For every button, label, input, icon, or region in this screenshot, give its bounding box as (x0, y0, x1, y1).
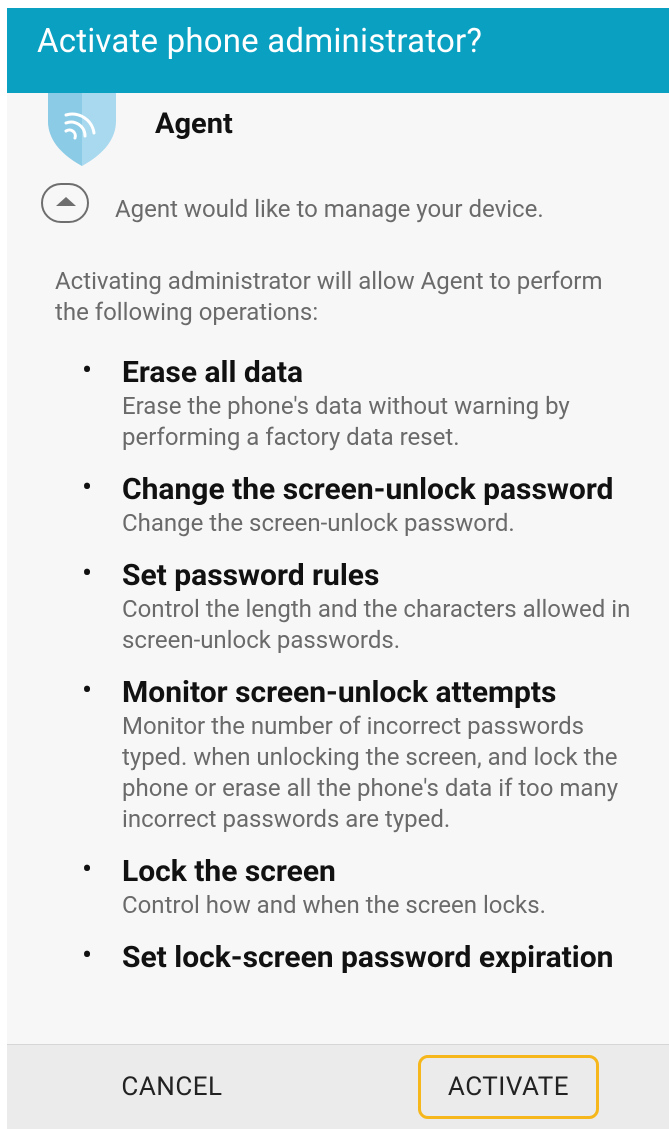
app-header: Agent (7, 93, 669, 168)
bullet-icon: • (82, 556, 93, 591)
dialog-title: Activate phone administrator? (7, 8, 669, 93)
bullet-icon: • (82, 470, 93, 505)
operation-description: Control how and when the screen locks. (122, 891, 546, 919)
list-item: • Set password rules Control the length … (7, 558, 669, 656)
operation-description: Erase the phone's data without warning b… (122, 392, 570, 451)
cancel-button[interactable]: CANCEL (97, 1061, 247, 1113)
operation-title: Set lock-screen password expiration (122, 940, 614, 975)
bullet-icon: • (82, 852, 93, 887)
dialog-button-bar: CANCEL ACTIVATE (7, 1044, 669, 1129)
list-item: • Set lock-screen password expiration (7, 940, 669, 976)
operation-description: Control the length and the characters al… (122, 595, 631, 654)
bullet-icon: • (82, 673, 93, 708)
operation-title: Change the screen-unlock password (122, 472, 614, 507)
collapse-toggle-button[interactable] (41, 183, 89, 223)
operation-title: Monitor screen-unlock attempts (122, 675, 557, 710)
operation-title: Erase all data (122, 355, 304, 390)
operations-list: • Erase all data Erase the phone's data … (7, 355, 669, 995)
operation-title: Set password rules (122, 558, 380, 593)
list-item: • Erase all data Erase the phone's data … (7, 355, 669, 453)
app-name: Agent (155, 107, 233, 141)
operation-title: Lock the screen (122, 854, 336, 889)
operation-description: Monitor the number of incorrect password… (122, 712, 619, 833)
screen: Activate phone administrator? Agent Agen… (0, 0, 669, 1129)
bullet-icon: • (82, 353, 93, 388)
chevron-up-icon (56, 197, 76, 206)
intro-text: Activating administrator will allow Agen… (55, 267, 603, 326)
dialog-content[interactable]: Agent Agent would like to manage your de… (7, 93, 669, 1044)
operation-description: Change the screen-unlock password. (122, 509, 515, 537)
manage-device-text: Agent would like to manage your device. (115, 195, 544, 223)
shield-wifi-icon (46, 93, 118, 171)
list-item: • Change the screen-unlock password Chan… (7, 472, 669, 539)
list-item: • Monitor screen-unlock attempts Monitor… (7, 675, 669, 835)
activate-button[interactable]: ACTIVATE (418, 1055, 599, 1119)
bullet-icon: • (82, 938, 93, 973)
list-item: • Lock the screen Control how and when t… (7, 854, 669, 921)
